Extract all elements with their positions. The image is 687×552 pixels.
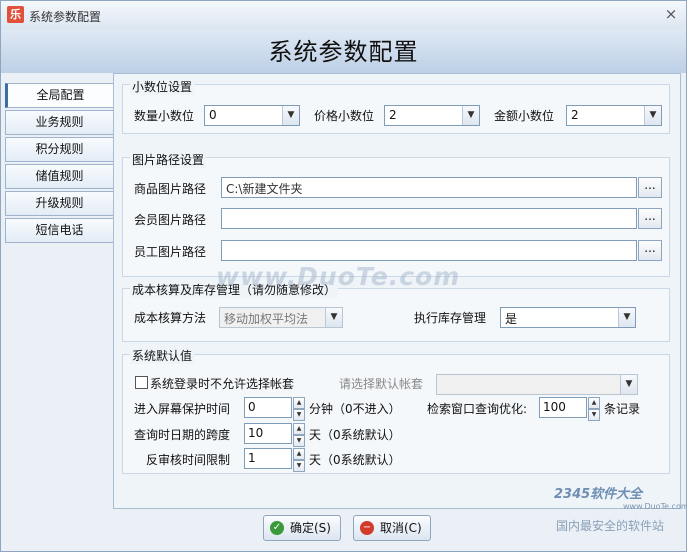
browse-product-path-button[interactable]: ... [638,177,662,198]
default-account-label: 请选择默认帐套 [339,377,424,391]
screensaver-spinner[interactable]: 0 ▲ ▼ [244,397,305,421]
price-decimal-label: 价格小数位 [314,109,375,123]
checkmark-icon: ✓ [270,521,284,535]
query-optimize-unit: 条记录 [604,402,641,416]
decimal-group-title: 小数位设置 [130,78,195,95]
product-image-path-value: C:\新建文件夹 [226,182,303,196]
member-image-path-input[interactable] [221,208,637,229]
tab-label: 全局配置 [36,88,85,102]
reverse-audit-spinner[interactable]: 1 ▲ ▼ [244,448,305,472]
date-span-value: 10 [248,426,264,440]
cost-method-select: 移动加权平均法 ▼ [219,307,343,328]
title-bar: 乐 系统参数配置 × [1,1,686,29]
spin-down-icon[interactable]: ▼ [293,409,305,421]
chevron-down-icon: ▼ [282,106,299,125]
default-account-select: ▼ [436,374,638,395]
tab-label: 业务规则 [35,115,84,129]
login-no-account-label: 系统登录时不允许选择帐套 [150,377,295,391]
chevron-down-icon: ▼ [620,375,637,394]
spin-up-icon[interactable]: ▲ [293,397,305,409]
qty-decimal-value: 0 [209,108,217,122]
date-span-unit: 天（0系统默认） [309,428,401,442]
chevron-down-icon: ▼ [618,308,635,327]
query-optimize-spinner[interactable]: 100 ▲ ▼ [539,397,600,421]
ok-button[interactable]: ✓ 确定(S) [263,515,341,541]
side-tabs: 全局配置 业务规则 积分规则 储值规则 升级规则 短信电话 [5,83,113,245]
cost-method-value: 移动加权平均法 [224,312,309,326]
settings-panel: 小数位设置 数量小数位 0 ▼ 价格小数位 2 ▼ 金额小数位 2 ▼ 图片路径… [113,73,681,509]
spin-down-icon[interactable]: ▼ [293,435,305,447]
price-decimal-select[interactable]: 2 ▼ [384,105,480,126]
image-path-group-title: 图片路径设置 [130,151,207,168]
reverse-audit-unit: 天（0系统默认） [309,453,401,467]
query-optimize-label: 检索窗口查询优化: [427,402,528,416]
site-logo: 2345软件大全 [554,487,643,502]
cost-method-label: 成本核算方法 [134,311,207,325]
chevron-down-icon: ▼ [644,106,661,125]
tab-label: 短信电话 [35,223,84,237]
duote-watermark: www.DuoTe.com [216,262,461,291]
date-span-spinner[interactable]: 10 ▲ ▼ [244,423,305,447]
tab-global-config[interactable]: 全局配置 [5,83,113,108]
qty-decimal-select[interactable]: 0 ▼ [204,105,300,126]
site-logo-slogan: 国内最安全的软件站 [556,519,665,533]
cancel-icon: − [360,521,374,535]
product-image-path-label: 商品图片路径 [134,182,207,196]
close-button[interactable]: × [663,5,679,23]
tab-label: 升级规则 [35,196,84,210]
date-span-label: 查询时日期的跨度 [134,428,231,442]
banner: 系统参数配置 [1,29,686,73]
browse-member-path-button[interactable]: ... [638,208,662,229]
query-optimize-value: 100 [543,400,566,414]
settings-window: 乐 系统参数配置 × 系统参数配置 全局配置 业务规则 积分规则 储值规则 升级… [0,0,687,552]
spin-up-icon[interactable]: ▲ [293,423,305,435]
spin-down-icon[interactable]: ▼ [588,409,600,421]
product-image-path-input[interactable]: C:\新建文件夹 [221,177,637,198]
screensaver-label: 进入屏幕保护时间 [134,402,231,416]
login-no-account-checkbox[interactable] [135,376,148,389]
chevron-down-icon: ▼ [325,308,342,327]
stock-management-value: 是 [505,312,518,326]
cancel-button[interactable]: − 取消(C) [353,515,431,541]
tab-business-rules[interactable]: 业务规则 [5,110,113,135]
screensaver-unit: 分钟（0不进入） [309,402,401,416]
tab-label: 储值规则 [35,169,84,183]
spin-up-icon[interactable]: ▲ [293,448,305,460]
chevron-down-icon: ▼ [462,106,479,125]
member-image-path-label: 会员图片路径 [134,213,207,227]
qty-decimal-label: 数量小数位 [134,109,195,123]
tab-sms-phone[interactable]: 短信电话 [5,218,113,243]
amount-decimal-value: 2 [571,108,579,122]
site-logo-url: www.DuoTe.com [623,502,687,511]
app-icon: 乐 [7,6,24,23]
cancel-button-label: 取消(C) [380,521,422,535]
stock-management-label: 执行库存管理 [414,311,487,325]
tab-upgrade-rules[interactable]: 升级规则 [5,191,113,216]
reverse-audit-label: 反审核时间限制 [146,453,231,467]
spin-up-icon[interactable]: ▲ [588,397,600,409]
banner-title: 系统参数配置 [268,38,419,66]
window-title: 系统参数配置 [29,10,102,24]
staff-image-path-input[interactable] [221,240,637,261]
amount-decimal-select[interactable]: 2 ▼ [566,105,662,126]
amount-decimal-label: 金额小数位 [494,109,555,123]
spin-down-icon[interactable]: ▼ [293,460,305,472]
ok-button-label: 确定(S) [290,521,331,535]
tab-stored-value-rules[interactable]: 储值规则 [5,164,113,189]
defaults-group-title: 系统默认值 [130,347,195,364]
browse-staff-path-button[interactable]: ... [638,240,662,261]
price-decimal-value: 2 [389,108,397,122]
screensaver-value: 0 [248,400,256,414]
tab-label: 积分规则 [35,142,84,156]
stock-management-select[interactable]: 是 ▼ [500,307,636,328]
tab-points-rules[interactable]: 积分规则 [5,137,113,162]
staff-image-path-label: 员工图片路径 [134,245,207,259]
reverse-audit-value: 1 [248,451,256,465]
